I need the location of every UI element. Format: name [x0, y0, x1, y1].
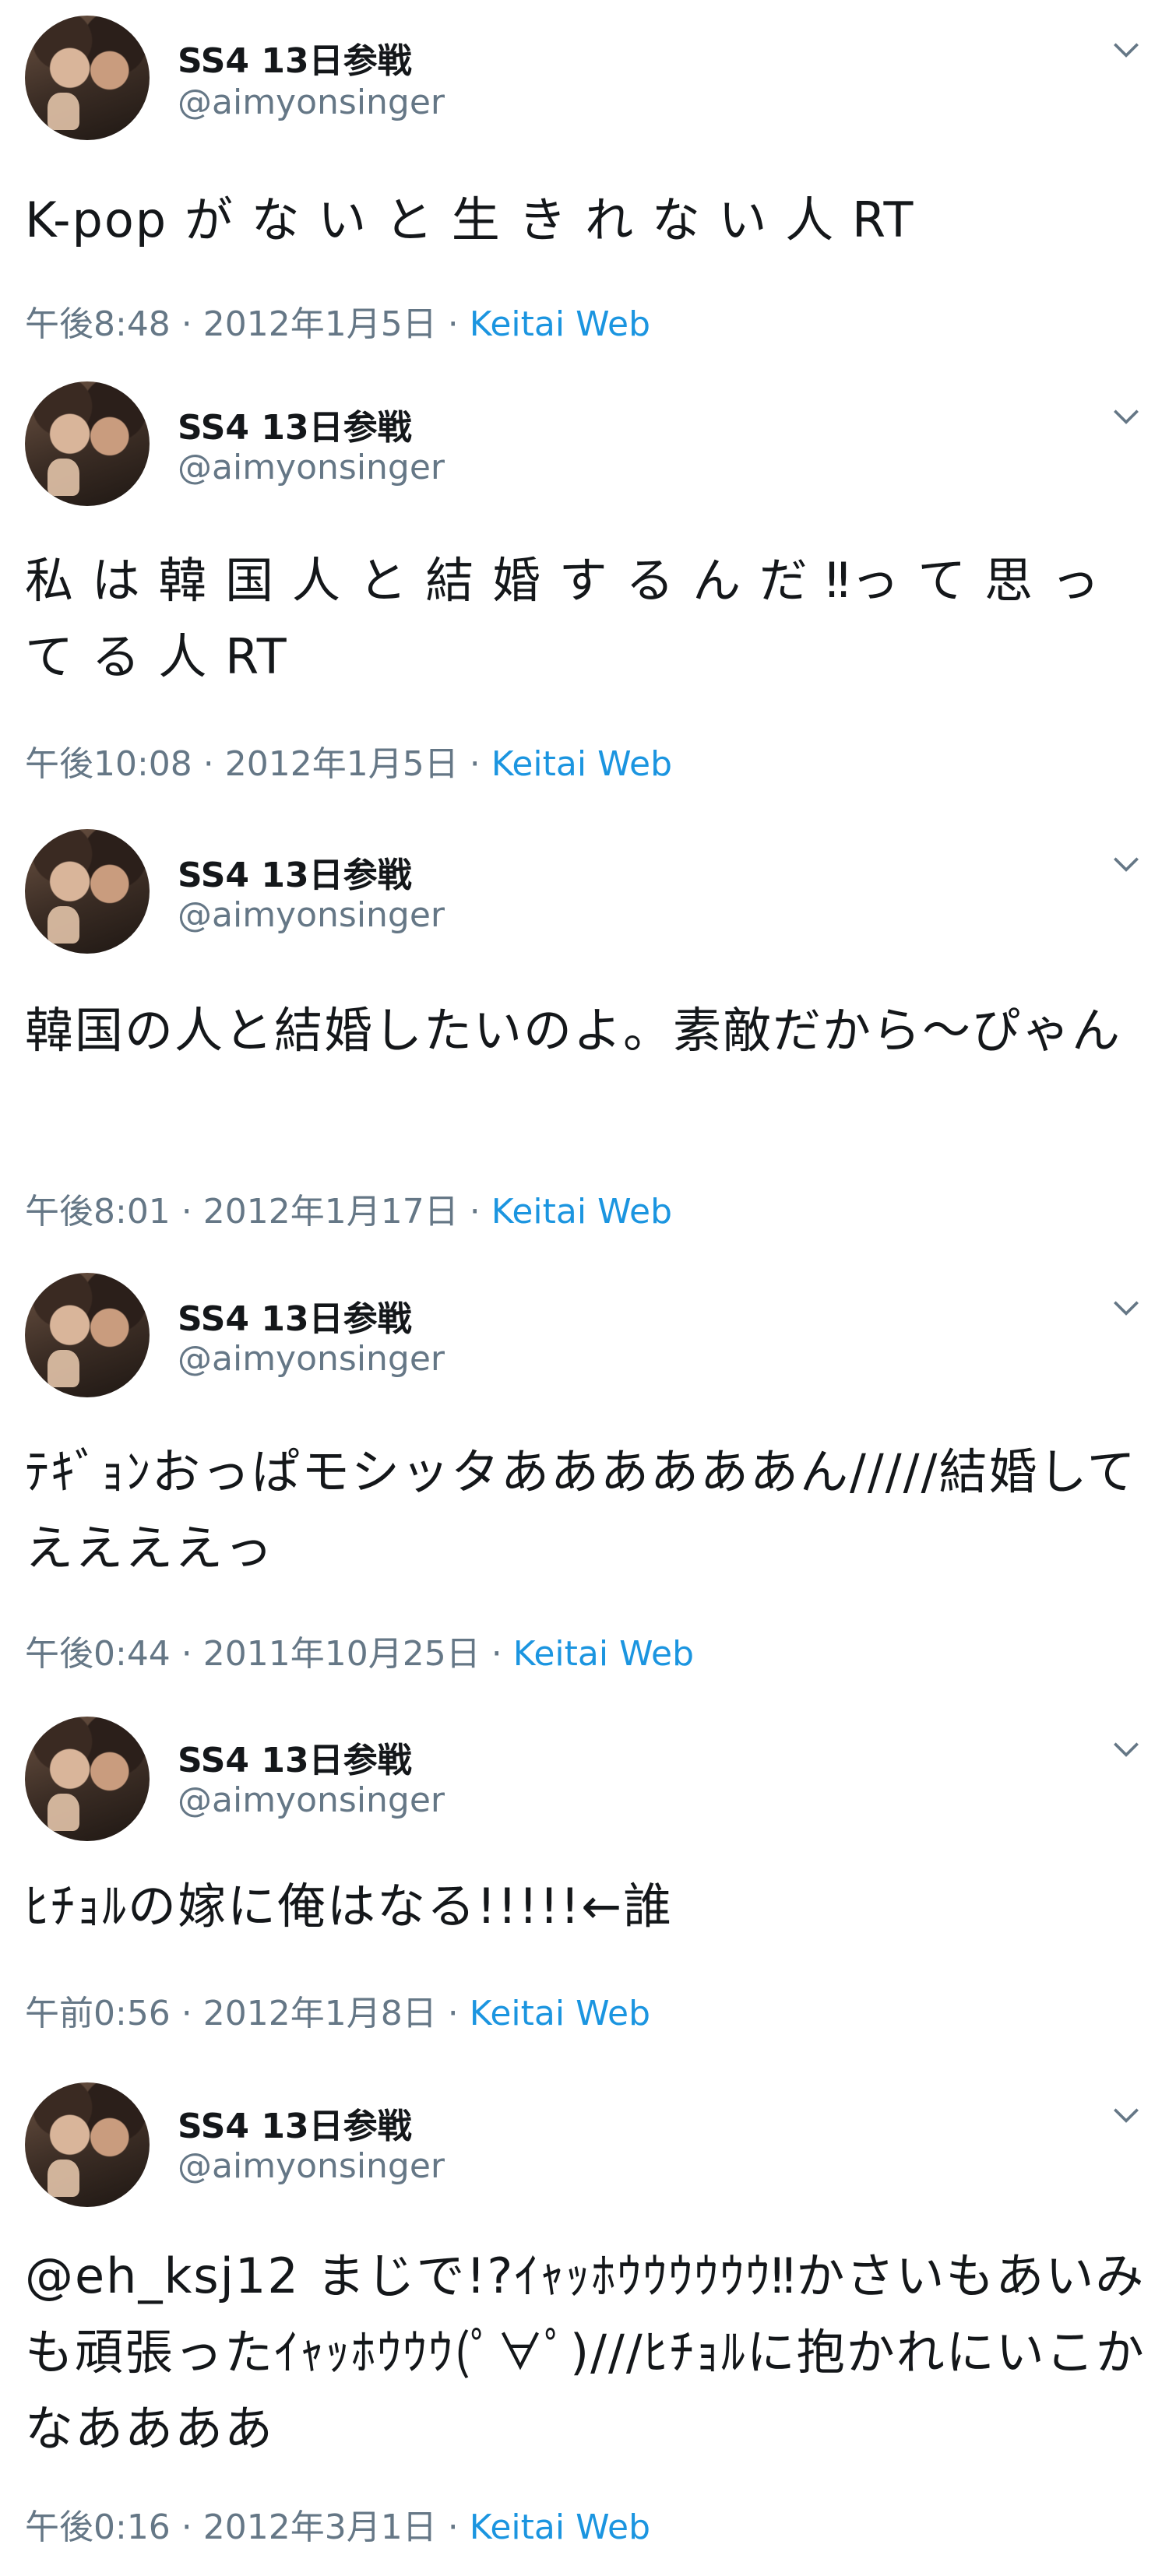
source-link[interactable]: Keitai Web — [491, 744, 672, 784]
chevron-down-icon[interactable] — [1109, 1291, 1143, 1325]
tweet-text: 韓国の人と結婚したいのよ。素敵だから〜ぴゃん — [25, 1002, 1122, 1059]
tweet-meta: 午前0:56 · 2012年1月8日 · Keitai Web — [25, 1985, 650, 2035]
timestamp[interactable]: 午後0:44 · 2011年10月25日 · — [25, 1634, 502, 1674]
source-link[interactable]: Keitai Web — [470, 1994, 650, 2033]
tweet-meta: 午後8:01 · 2012年1月17日 · Keitai Web — [25, 1183, 672, 1233]
tweet-meta: 午後10:08 · 2012年1月5日 · Keitai Web — [25, 736, 672, 785]
source-link[interactable]: Keitai Web — [470, 304, 650, 344]
timestamp[interactable]: 午後8:01 · 2012年1月17日 · — [25, 1192, 481, 1232]
display-name[interactable]: SS4 13日参戦 — [178, 847, 412, 897]
chevron-down-icon[interactable] — [1109, 399, 1143, 434]
chevron-down-icon[interactable] — [1109, 33, 1143, 67]
avatar[interactable] — [25, 1717, 150, 1841]
timestamp[interactable]: 午後10:08 · 2012年1月5日 · — [25, 744, 481, 784]
timestamp[interactable]: 午後0:16 · 2012年3月1日 · — [25, 2507, 459, 2547]
display-name[interactable]: SS4 13日参戦 — [178, 33, 412, 83]
timestamp[interactable]: 午後8:48 · 2012年1月5日 · — [25, 304, 459, 344]
tweet-text: K-pop が な い と 生 き れ な い 人 RT — [25, 192, 915, 248]
chevron-down-icon[interactable] — [1109, 1732, 1143, 1766]
user-handle[interactable]: @aimyonsinger — [178, 895, 445, 935]
avatar[interactable] — [25, 829, 150, 954]
source-link[interactable]: Keitai Web — [491, 1192, 672, 1232]
avatar[interactable] — [25, 2082, 150, 2207]
display-name[interactable]: SS4 13日参戦 — [178, 2098, 412, 2148]
tweet-meta: 午後8:48 · 2012年1月5日 · Keitai Web — [25, 296, 650, 346]
user-handle[interactable]: @aimyonsinger — [178, 1339, 445, 1379]
timestamp[interactable]: 午前0:56 · 2012年1月8日 · — [25, 1994, 459, 2033]
chevron-down-icon[interactable] — [1109, 2098, 1143, 2132]
tweet-feed: SS4 13日参戦 @aimyonsinger K-pop が な い と 生 … — [0, 0, 1176, 2576]
display-name[interactable]: SS4 13日参戦 — [178, 399, 412, 449]
tweet-text: 私 は 韓 国 人 と 結 婚 す る ん だ ‼っ て 思 っ て る 人 R… — [25, 552, 1101, 685]
chevron-down-icon[interactable] — [1109, 847, 1143, 881]
source-link[interactable]: Keitai Web — [470, 2507, 650, 2547]
avatar[interactable] — [25, 381, 150, 506]
user-handle[interactable]: @aimyonsinger — [178, 83, 445, 122]
avatar[interactable] — [25, 1273, 150, 1397]
tweet-text: @eh_ksj12 まじで!?ｲｬｯﾎｳｳｳｳｳｳ‼かさいもあいみも頑張ったｲｬ… — [25, 2247, 1146, 2457]
avatar[interactable] — [25, 16, 150, 140]
source-link[interactable]: Keitai Web — [513, 1634, 694, 1674]
tweet-text: ﾋﾁｮﾙの嫁に俺はなる!!!!!←誰 — [25, 1878, 674, 1935]
user-handle[interactable]: @aimyonsinger — [178, 448, 445, 487]
user-handle[interactable]: @aimyonsinger — [178, 2146, 445, 2186]
user-handle[interactable]: @aimyonsinger — [178, 1780, 445, 1820]
tweet-text: ﾃｷﾞｮﾝおっぱモシッタああああああん/////結婚してええええっ — [25, 1443, 1137, 1576]
tweet-meta: 午後0:44 · 2011年10月25日 · Keitai Web — [25, 1625, 694, 1675]
display-name[interactable]: SS4 13日参戦 — [178, 1291, 412, 1341]
display-name[interactable]: SS4 13日参戦 — [178, 1732, 412, 1782]
tweet-meta: 午後0:16 · 2012年3月1日 · Keitai Web — [25, 2499, 650, 2549]
